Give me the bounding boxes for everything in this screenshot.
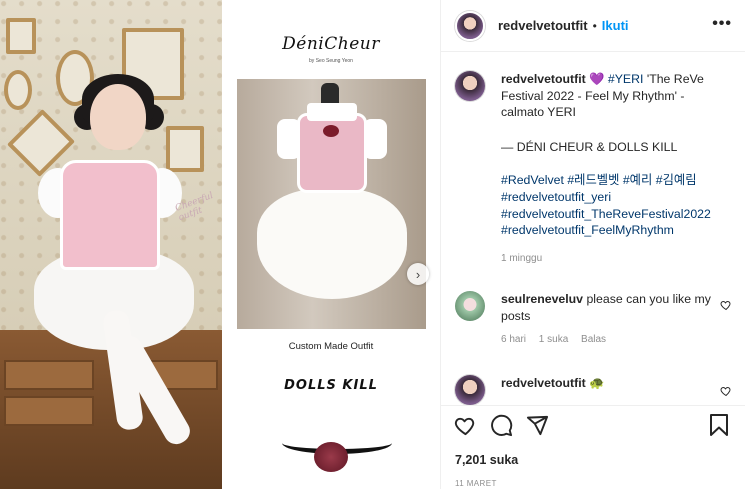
wall-frame (166, 126, 204, 172)
post-date: 11 MARET (455, 479, 497, 488)
bodice (60, 160, 160, 270)
author-username[interactable]: redvelvetoutfit (498, 18, 588, 33)
hashtag[interactable]: #redvelvetoutfit_TheReveFestival2022 (501, 206, 726, 223)
face (90, 84, 146, 150)
comments-list[interactable]: redvelvetoutfit 💜 #YERI 'The ReVe Festiv… (441, 53, 745, 405)
brand-logo-dolls-kill: DOLLS KILL (284, 378, 378, 393)
outfit-caption: Custom Made Outfit (288, 341, 374, 352)
reply-button[interactable]: Balas (581, 334, 606, 345)
outfit-photo (237, 79, 426, 329)
share-icon[interactable] (525, 413, 549, 437)
follow-button[interactable]: Ikuti (602, 18, 629, 33)
skirt (257, 189, 407, 299)
avatar[interactable] (455, 375, 485, 405)
more-icon[interactable]: ••• (712, 15, 732, 33)
caption-brands: — DÉNI CHEUR & DOLLS KILL (501, 139, 678, 154)
chevron-right-icon[interactable]: › (407, 263, 429, 285)
comment-likes[interactable]: 1 suka (539, 334, 568, 345)
heart-icon[interactable] (720, 385, 732, 400)
wall-frame (4, 70, 32, 110)
comment-username[interactable]: seulreneveluv (501, 292, 583, 306)
caption-text: redvelvetoutfit 💜 #YERI 'The ReVe Festiv… (501, 71, 726, 267)
separator-dot: • (592, 18, 597, 33)
brand-logo-deni-cheur: DéniCheur (282, 34, 380, 54)
heart-icon[interactable] (453, 413, 477, 437)
action-bar: 7,201 suka 11 MARET (441, 405, 745, 489)
avatar[interactable] (455, 10, 485, 41)
post-sidebar: redvelvetoutfit • Ikuti ••• redvelvetout… (440, 0, 745, 489)
comment-username[interactable]: redvelvetoutfit (501, 376, 586, 390)
mannequin (321, 83, 339, 105)
post-media[interactable]: Cheerful outfit DéniCheur by Seo Seung Y… (0, 0, 440, 489)
rose-choker-charm (314, 442, 348, 472)
caption-time: 1 minggu (501, 252, 543, 264)
comment-time: 6 hari (501, 334, 527, 346)
comment-text: redvelvetoutfit 🐢 (501, 375, 726, 392)
hashtag-yeri[interactable]: #YERI (608, 72, 644, 86)
hashtag[interactable]: #redvelvetoutfit_FeelMyRhythm (501, 222, 726, 239)
hashtag[interactable]: #redvelvetoutfit_yeri (501, 189, 726, 206)
yeri-photo: Cheerful outfit (0, 0, 222, 489)
hashtag[interactable]: #김예림 (656, 173, 697, 187)
heart-icon[interactable] (720, 299, 732, 314)
hashtag[interactable]: #레드벨벳 (567, 173, 619, 187)
post-header: redvelvetoutfit • Ikuti ••• (441, 0, 745, 52)
turtle-emoji: 🐢 (589, 376, 605, 390)
avatar[interactable] (455, 291, 485, 321)
wall-frame (6, 18, 36, 54)
action-icons (453, 413, 549, 439)
comment-text: seulreneveluv please can you like my pos… (501, 291, 726, 349)
collar (307, 103, 357, 121)
brand-subtitle: by Seo Seung Yeon (309, 58, 353, 64)
hashtag[interactable]: #예리 (623, 173, 652, 187)
caption-username[interactable]: redvelvetoutfit (501, 72, 586, 86)
next-slide-glyph: › (415, 266, 421, 282)
comment-icon[interactable] (489, 413, 513, 437)
product-panel: DéniCheur by Seo Seung Yeon Custom Made … (222, 0, 440, 489)
rose-brooch (323, 125, 339, 137)
avatar[interactable] (455, 71, 485, 101)
comment-meta: 6 hari 1 suka Balas (501, 332, 726, 349)
hashtag[interactable]: #RedVelvet (501, 173, 564, 187)
purple-heart-emoji: 💜 (589, 72, 605, 86)
caption-meta: 1 minggu (501, 251, 726, 268)
bookmark-icon[interactable] (708, 413, 732, 437)
likes-count[interactable]: 7,201 suka (455, 453, 518, 467)
